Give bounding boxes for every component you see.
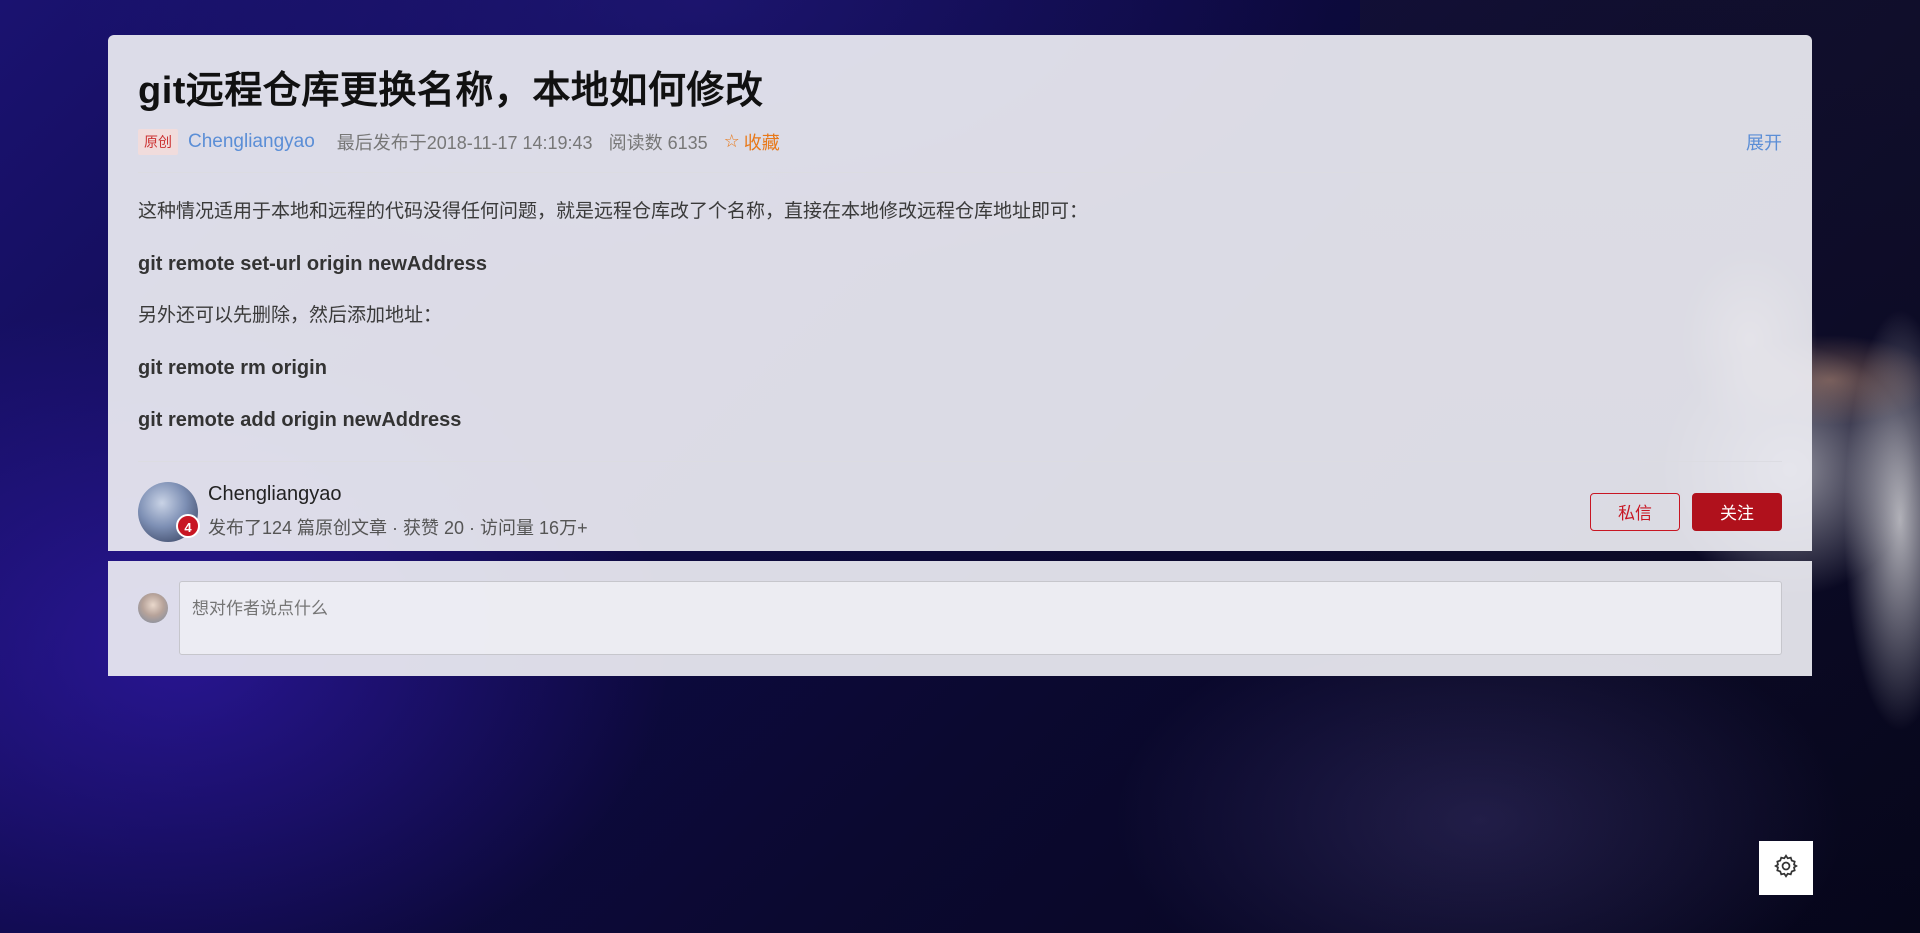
author-name[interactable]: Chengliangyao <box>208 483 588 506</box>
paragraph: 这种情况适用于本地和远程的代码没得任何问题，就是远程仓库改了个名称，直接在本地修… <box>138 201 1089 222</box>
article-meta: 原创 Chengliangyao 最后发布于2018-11-17 14:19:4… <box>138 119 1782 173</box>
author-stats: 发布了124 篇原创文章 · 获赞 20 · 访问量 16万+ <box>208 518 588 538</box>
author-bar: 4 Chengliangyao 发布了124 篇原创文章 · 获赞 20 · 访… <box>138 461 1782 561</box>
code-line: git remote rm origin <box>138 357 327 379</box>
expand-button[interactable]: 展开 <box>1746 129 1782 155</box>
original-badge: 原创 <box>138 128 178 155</box>
gear-icon <box>1773 853 1799 884</box>
settings-button[interactable] <box>1759 841 1813 895</box>
author-avatar[interactable]: 4 <box>138 481 200 542</box>
message-button[interactable]: 私信 <box>1590 492 1680 531</box>
follow-button[interactable]: 关注 <box>1692 492 1782 531</box>
read-count: 阅读数 6135 <box>608 132 708 153</box>
favorite-label: 收藏 <box>743 132 780 153</box>
comment-input[interactable] <box>179 581 1782 655</box>
article-card: git远程仓库更换名称，本地如何修改 原创 Chengliangyao 最后发布… <box>108 35 1812 551</box>
paragraph: 另外还可以先删除，然后添加地址： <box>138 305 443 326</box>
code-line: git remote add origin newAddress <box>138 409 462 431</box>
author-info: Chengliangyao 发布了124 篇原创文章 · 获赞 20 · 访问量… <box>208 483 588 540</box>
code-line: git remote set-url origin newAddress <box>138 253 487 275</box>
publish-time: 最后发布于2018-11-17 14:19:43 <box>336 132 593 153</box>
author-actions: 私信 关注 <box>1590 492 1782 531</box>
article-title: git远程仓库更换名称，本地如何修改 <box>138 70 764 112</box>
years-badge: 4 <box>176 513 200 538</box>
user-avatar <box>138 593 168 623</box>
comment-card <box>108 561 1812 676</box>
article-content: 这种情况适用于本地和远程的代码没得任何问题，就是远程仓库改了个名称，直接在本地修… <box>138 173 1782 459</box>
comment-row <box>138 581 1782 655</box>
favorite-button[interactable]: ☆ 收藏 <box>724 129 780 155</box>
star-icon: ☆ <box>723 131 740 151</box>
author-link[interactable]: Chengliangyao <box>188 131 315 153</box>
